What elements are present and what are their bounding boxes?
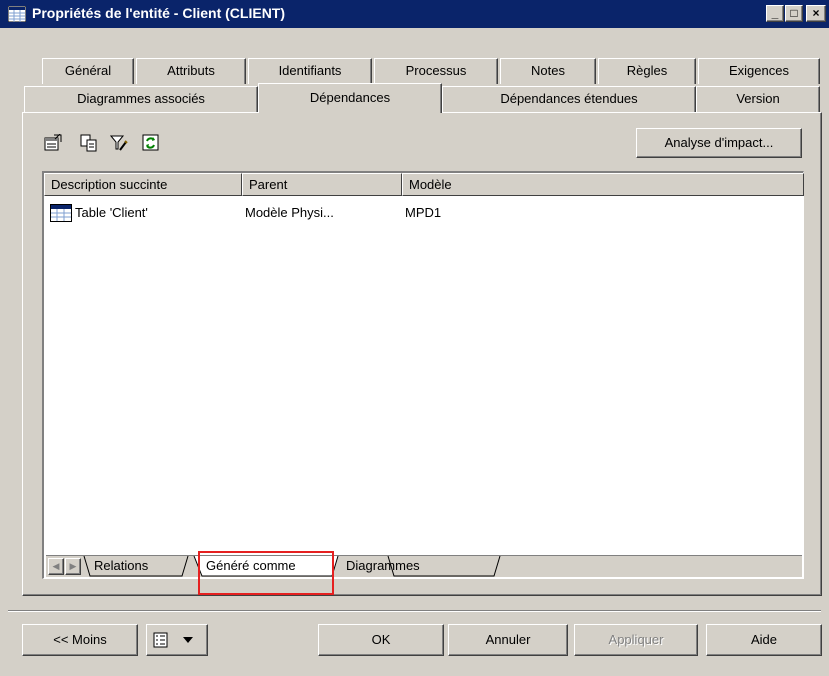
highlight-box <box>198 551 334 595</box>
scroll-left-button[interactable]: ◀ <box>48 558 64 575</box>
refresh-icon[interactable] <box>142 134 160 152</box>
tab-row-bottom: Diagrammes associés Dépendances Dépendan… <box>22 83 822 113</box>
column-header-parent[interactable]: Parent <box>242 173 402 196</box>
close-button[interactable]: × <box>806 5 826 22</box>
row-description: Table 'Client' <box>75 205 148 220</box>
cancel-button[interactable]: Annuler <box>448 624 568 656</box>
tab-dependencies[interactable]: Dépendances <box>258 83 442 113</box>
row-parent: Modèle Physi... <box>245 205 334 220</box>
tab-attributes[interactable]: Attributs <box>136 58 246 84</box>
tab-requirements[interactable]: Exigences <box>698 58 820 84</box>
list-options-button[interactable] <box>146 624 208 656</box>
column-header-model[interactable]: Modèle <box>402 173 804 196</box>
tab-version[interactable]: Version <box>696 86 820 112</box>
maximize-button[interactable]: □ <box>785 5 803 22</box>
window-title: Propriétés de l'entité - Client (CLIENT) <box>32 5 286 21</box>
subtab-relations[interactable]: Relations <box>94 556 148 576</box>
subtab-strip: ◀ ▶ Relations Généré comme Diagrammes <box>46 555 802 577</box>
apply-button[interactable]: Appliquer <box>574 624 698 656</box>
minimize-button[interactable]: _ <box>766 5 784 22</box>
tab-general[interactable]: Général <box>42 58 134 84</box>
impact-analysis-button[interactable]: Analyse d'impact... <box>636 128 802 158</box>
copy-icon[interactable] <box>80 134 98 152</box>
less-button[interactable]: << Moins <box>22 624 138 656</box>
entity-icon <box>8 6 26 22</box>
dropdown-arrow-icon <box>183 637 193 643</box>
tab-extended-dependencies[interactable]: Dépendances étendues <box>442 86 696 112</box>
help-button[interactable]: Aide <box>706 624 822 656</box>
ok-button[interactable]: OK <box>318 624 444 656</box>
subtab-diagrams[interactable]: Diagrammes <box>346 556 420 576</box>
tab-rules[interactable]: Règles <box>598 58 696 84</box>
row-model: MPD1 <box>405 205 442 220</box>
list-icon <box>153 632 168 648</box>
properties-icon[interactable] <box>44 134 62 152</box>
tab-processes[interactable]: Processus <box>374 58 498 84</box>
column-header-description[interactable]: Description succinte <box>44 173 242 196</box>
scroll-right-button[interactable]: ▶ <box>65 558 81 575</box>
table-icon <box>50 204 72 222</box>
tab-associated-diagrams[interactable]: Diagrammes associés <box>24 86 258 112</box>
dependencies-list[interactable]: Description succinte Parent Modèle Table… <box>42 171 804 579</box>
tab-row-top: Général Attributs Identifiants Processus… <box>22 58 822 84</box>
filter-icon[interactable] <box>110 134 128 152</box>
footer-separator <box>8 610 821 612</box>
tab-identifiers[interactable]: Identifiants <box>248 58 372 84</box>
title-bar[interactable]: Propriétés de l'entité - Client (CLIENT)… <box>0 0 829 28</box>
tab-notes[interactable]: Notes <box>500 58 596 84</box>
